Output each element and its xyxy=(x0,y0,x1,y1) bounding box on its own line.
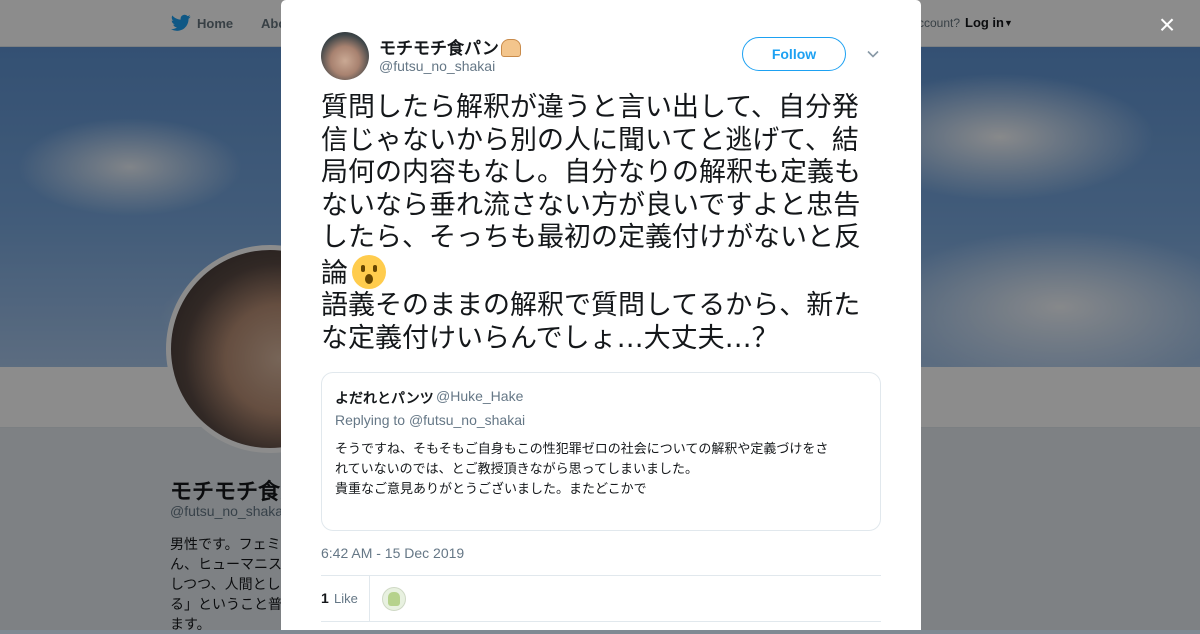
tweet-text-line-with-emoji: 論 xyxy=(321,254,886,291)
quoted-text-line: そうですね、そもそもご自身もこの性犯罪ゼロの社会についての解釈や定義づけをさ xyxy=(335,442,829,457)
quoted-author-name: よだれとパンツ xyxy=(335,390,434,406)
stats-divider-bottom xyxy=(321,621,881,622)
tweet-text-line: 語義そのままの解釈で質問してるから、新た xyxy=(321,290,861,321)
like-count[interactable]: 1 xyxy=(321,590,329,606)
stats-vertical-divider xyxy=(369,576,370,621)
tweet-text: 質問したら解釈が違うと言い出して、自分発 信じゃないから別の人に聞いてと逃げて、… xyxy=(321,92,886,355)
quoted-tweet-card[interactable]: よだれとパンツ @Huke_Hake Replying to @futsu_no… xyxy=(321,372,881,531)
tweet-text-line: したら、そっちも最初の定義付けがないと反 xyxy=(321,222,861,253)
quoted-tweet-text: そうですね、そもそもご自身もこの性犯罪ゼロの社会についての解釈や定義づけをさ れ… xyxy=(335,440,870,500)
tweet-timestamp[interactable]: 6:42 AM - 15 Dec 2019 xyxy=(321,545,464,561)
liker-avatar[interactable] xyxy=(382,587,406,611)
author-avatar[interactable] xyxy=(321,32,369,80)
follow-button[interactable]: Follow xyxy=(742,37,846,71)
tweet-text-line: ないなら垂れ流さない方が良いですよと忠告 xyxy=(321,189,861,221)
author-name-link[interactable]: モチモチ食パン xyxy=(379,34,521,59)
tweet-modal: モチモチ食パン @futsu_no_shakai Follow 質問したら解釈が… xyxy=(281,0,921,630)
close-icon[interactable]: × xyxy=(1154,11,1180,39)
replying-to-handle[interactable]: @futsu_no_shakai xyxy=(409,412,525,428)
surprised-face-emoji-icon xyxy=(352,254,386,289)
tweet-text-line: 局何の内容もなし。自分なりの解釈も定義も xyxy=(321,157,861,188)
tweet-text-line: な定義付けいらんでしょ…大丈夫…？ xyxy=(321,322,779,354)
like-label[interactable]: Like xyxy=(334,591,358,606)
tweet-text-fragment: 論 xyxy=(321,257,348,289)
tweet-text-line: 質問したら解釈が違うと言い出して、自分発 xyxy=(321,92,859,123)
author-handle[interactable]: @futsu_no_shakai xyxy=(379,58,495,74)
author-name: モチモチ食パン xyxy=(379,39,499,58)
chevron-down-icon[interactable] xyxy=(866,47,880,61)
quoted-author-handle: @Huke_Hake xyxy=(436,388,524,404)
replying-to-line: Replying to @futsu_no_shakai xyxy=(335,412,525,428)
replying-to-label: Replying to xyxy=(335,412,406,428)
quoted-text-line: 貴重なご意見ありがとうございました。またどこかで xyxy=(335,482,647,497)
stats-divider-top xyxy=(321,575,881,576)
tweet-text-line: 信じゃないから別の人に聞いてと逃げて、結 xyxy=(321,124,859,156)
bread-icon xyxy=(500,39,521,57)
quoted-text-line: れていないのでは、とご教授頂きながら思ってしまいました。 xyxy=(335,462,698,477)
